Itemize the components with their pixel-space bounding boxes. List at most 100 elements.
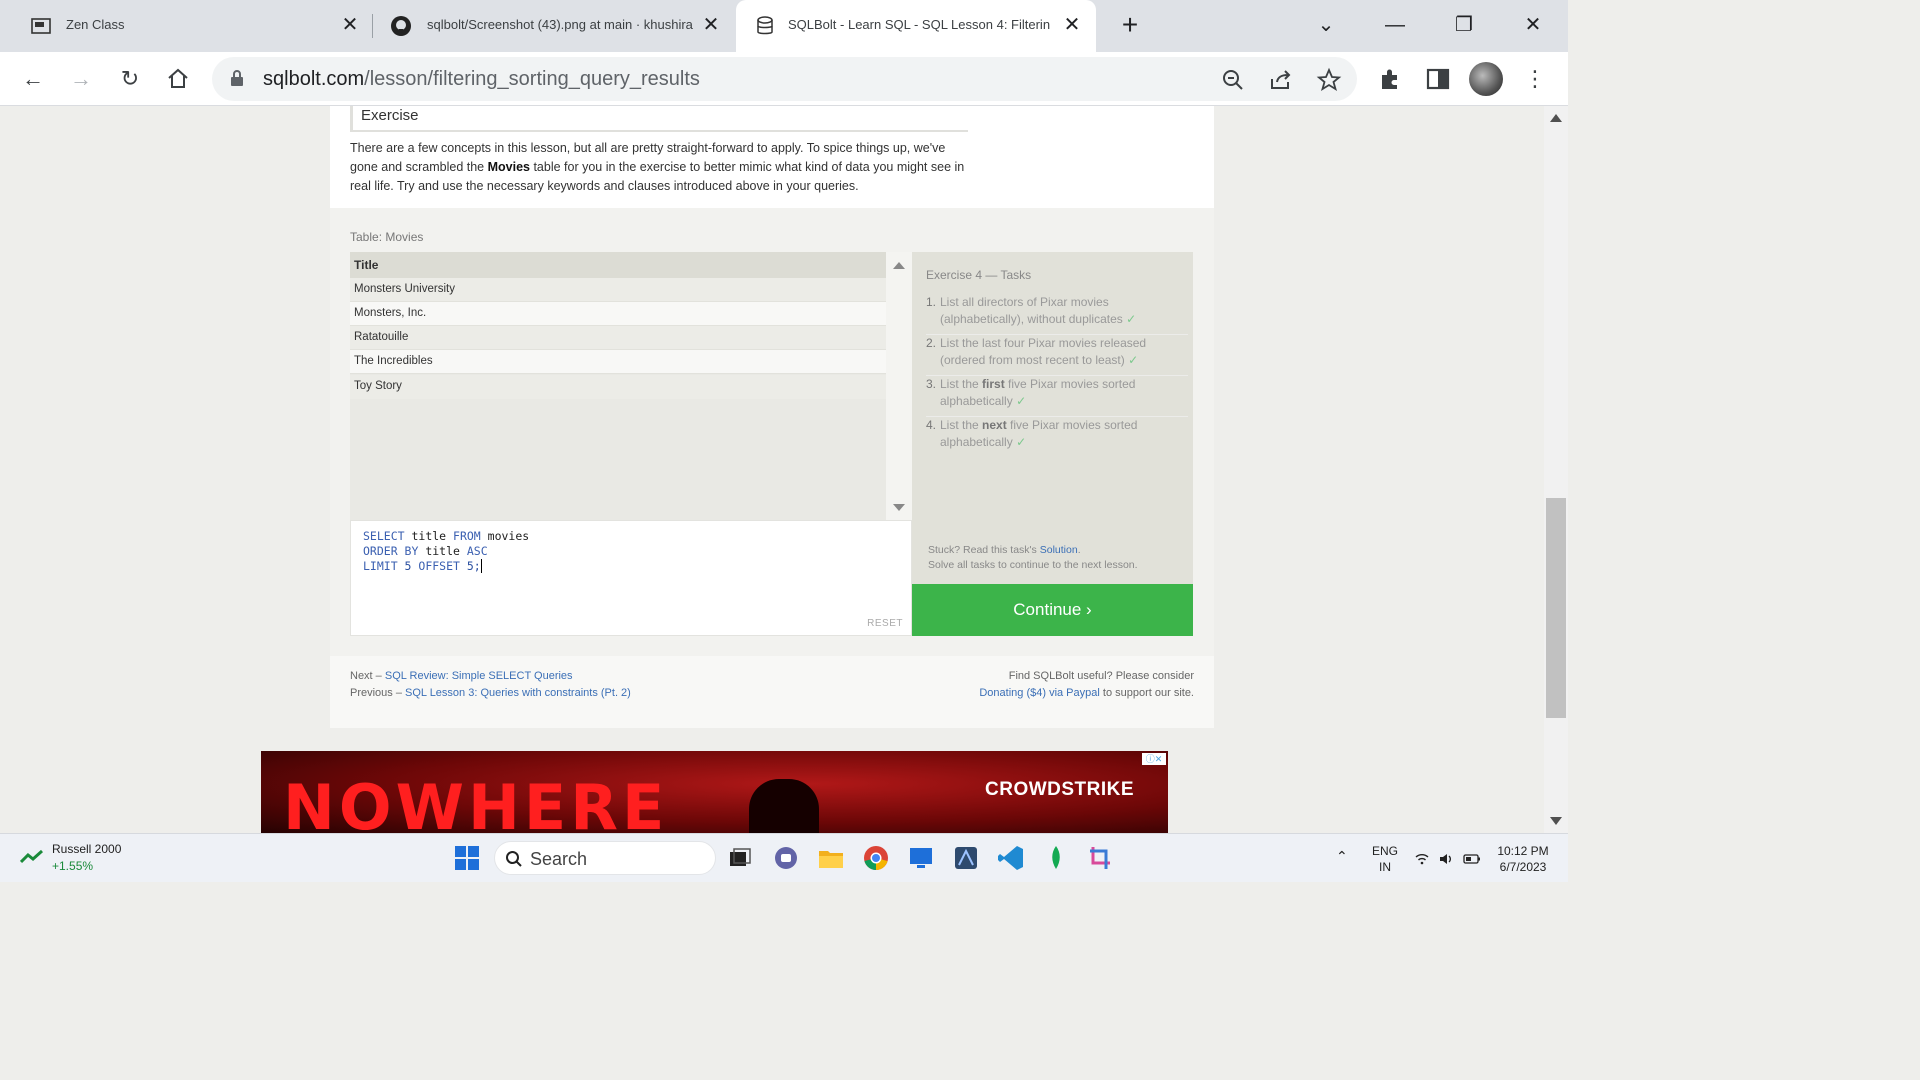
wifi-icon[interactable] <box>1414 851 1430 867</box>
back-button[interactable]: ← <box>17 63 49 95</box>
close-icon[interactable]: ✕ <box>340 15 360 35</box>
forward-button[interactable]: → <box>65 63 97 95</box>
task-bold: next <box>982 418 1007 432</box>
intro-bold: Movies <box>487 160 530 174</box>
database-icon <box>757 16 773 35</box>
url-text[interactable]: sqlbolt.com/lesson/filtering_sorting_que… <box>263 68 700 91</box>
prev-lesson-link[interactable]: SQL Lesson 3: Queries with constraints (… <box>405 687 631 699</box>
tab-title: sqlbolt/Screenshot (43).png at main · kh… <box>427 17 693 32</box>
sql-keyword: ASC <box>466 544 488 558</box>
table-scrollbar[interactable] <box>886 252 912 520</box>
share-icon[interactable] <box>1268 67 1294 93</box>
task-item: 3. List the first five Pixar movies sorte… <box>926 376 1188 417</box>
profile-avatar[interactable] <box>1469 62 1503 96</box>
donate-link[interactable]: Donating ($4) via Paypal <box>979 687 1099 699</box>
scroll-down-icon[interactable] <box>1550 817 1562 825</box>
home-icon[interactable] <box>162 63 194 95</box>
clock-time: 10:12 PM <box>1497 844 1549 858</box>
chrome-icon[interactable] <box>861 843 891 873</box>
new-tab-button[interactable]: + <box>1116 11 1144 40</box>
check-icon: ✓ <box>1016 394 1027 408</box>
hint-text: Solve all tasks to continue to the next … <box>928 559 1138 571</box>
address-bar[interactable]: sqlbolt.com/lesson/filtering_sorting_que… <box>212 57 1357 101</box>
restore-button[interactable]: ❐ <box>1449 10 1479 40</box>
taskbar-search[interactable]: Search <box>494 841 716 875</box>
region-code: IN <box>1379 860 1391 874</box>
side-panel-icon[interactable] <box>1424 65 1452 93</box>
lock-icon[interactable] <box>230 70 244 86</box>
file-explorer-icon[interactable] <box>816 843 846 873</box>
stock-up-icon <box>20 849 43 864</box>
scroll-up-icon[interactable] <box>1550 114 1562 122</box>
exercise-heading: Exercise <box>350 106 968 132</box>
zoom-icon[interactable] <box>1220 67 1246 93</box>
lesson-nav: Next – SQL Review: Simple SELECT Queries… <box>350 668 631 701</box>
ad-banner[interactable]: NOWHERE CROWDSTRIKE ⓘ✕ <box>261 751 1168 833</box>
close-icon[interactable]: ✕ <box>1062 15 1082 35</box>
show-hidden-icons[interactable]: ⌃ <box>1336 848 1348 865</box>
reset-button[interactable]: RESET <box>867 618 903 629</box>
support-text: Find SQLBolt useful? Please consider <box>1008 670 1194 682</box>
volume-icon[interactable] <box>1438 851 1454 867</box>
extensions-icon[interactable] <box>1376 65 1404 93</box>
continue-button[interactable]: Continue › <box>912 584 1193 636</box>
sql-keyword: LIMIT <box>363 559 398 573</box>
support-note: Find SQLBolt useful? Please consider Don… <box>900 668 1194 701</box>
tab-github[interactable]: sqlbolt/Screenshot (43).png at main · kh… <box>374 0 734 52</box>
sql-text: title <box>418 544 467 558</box>
clock-date: 6/7/2023 <box>1499 860 1547 874</box>
exercise-intro: There are a few concepts in this lesson,… <box>350 139 965 196</box>
windows-start-icon[interactable] <box>452 843 482 873</box>
sql-keyword: SELECT <box>363 529 405 543</box>
language-code: ENG <box>1371 844 1398 858</box>
battery-icon[interactable] <box>1463 851 1481 867</box>
web-page: Exercise There are a few concepts in thi… <box>0 106 1544 833</box>
reload-button[interactable]: ↻ <box>114 63 146 95</box>
sql-query-editor[interactable]: SELECT title FROM movies ORDER BY title … <box>350 520 912 636</box>
vscode-icon[interactable] <box>996 843 1026 873</box>
next-lesson-link[interactable]: SQL Review: Simple SELECT Queries <box>385 670 573 682</box>
stock-change: +1.55% <box>52 859 94 873</box>
app-icon[interactable] <box>951 843 981 873</box>
desktop-app-icon[interactable] <box>906 843 936 873</box>
task-item: 2. List the last four Pixar movies releas… <box>926 335 1188 376</box>
close-icon[interactable]: ✕ <box>701 15 721 35</box>
task-text: List the last four Pixar movies released… <box>940 336 1147 367</box>
ad-brand: CROWDSTRIKE <box>985 779 1135 800</box>
table-header-title: Title <box>350 252 886 278</box>
scroll-up-icon[interactable] <box>893 262 905 269</box>
task-item: 1. List all directors of Pixar movies (al… <box>926 294 1188 335</box>
sql-keyword: ORDER BY <box>363 544 419 558</box>
table-row: Monsters University <box>350 278 886 302</box>
ad-headline: NOWHERE <box>283 771 669 833</box>
query-code[interactable]: SELECT title FROM movies ORDER BY title … <box>363 529 529 574</box>
table-label: Table: Movies <box>350 230 424 244</box>
check-icon: ✓ <box>1126 312 1137 326</box>
solution-link[interactable]: Solution <box>1040 544 1078 556</box>
close-window-button[interactable]: ✕ <box>1518 10 1548 40</box>
text-cursor <box>480 559 482 573</box>
task-text: List the <box>940 418 983 432</box>
ad-choices-icon[interactable]: ⓘ✕ <box>1142 753 1166 765</box>
table-row: Toy Story <box>350 375 886 399</box>
prev-prefix: Previous – <box>350 686 406 699</box>
scrollbar-thumb[interactable] <box>1546 498 1566 718</box>
task-number: 1. <box>926 295 937 309</box>
scroll-down-icon[interactable] <box>893 504 905 511</box>
clock[interactable]: 10:12 PM 6/7/2023 <box>1490 843 1556 875</box>
task-view-icon[interactable] <box>725 843 755 873</box>
chat-icon[interactable] <box>771 843 801 873</box>
menu-kebab-icon[interactable]: ⋮ <box>1519 63 1551 95</box>
tasks-title: Exercise 4 — Tasks <box>926 268 1032 282</box>
tab-search-chevron-icon[interactable]: ⌄ <box>1311 10 1341 40</box>
tab-zen-class[interactable]: Zen Class ✕ <box>0 0 370 52</box>
minimize-button[interactable]: — <box>1380 10 1410 40</box>
page-scrollbar[interactable] <box>1544 106 1568 833</box>
bookmark-star-icon[interactable] <box>1316 67 1342 93</box>
browser-toolbar: ← → ↻ sqlbolt.com/lesson/filtering_sorti… <box>0 52 1568 106</box>
mongodb-icon[interactable] <box>1041 843 1071 873</box>
snipping-tool-icon[interactable] <box>1086 843 1116 873</box>
sql-number: 5 <box>397 559 419 573</box>
language-indicator[interactable]: ENG IN <box>1368 843 1402 875</box>
tab-sqlbolt[interactable]: SQLBolt - Learn SQL - SQL Lesson 4: Filt… <box>736 0 1096 52</box>
